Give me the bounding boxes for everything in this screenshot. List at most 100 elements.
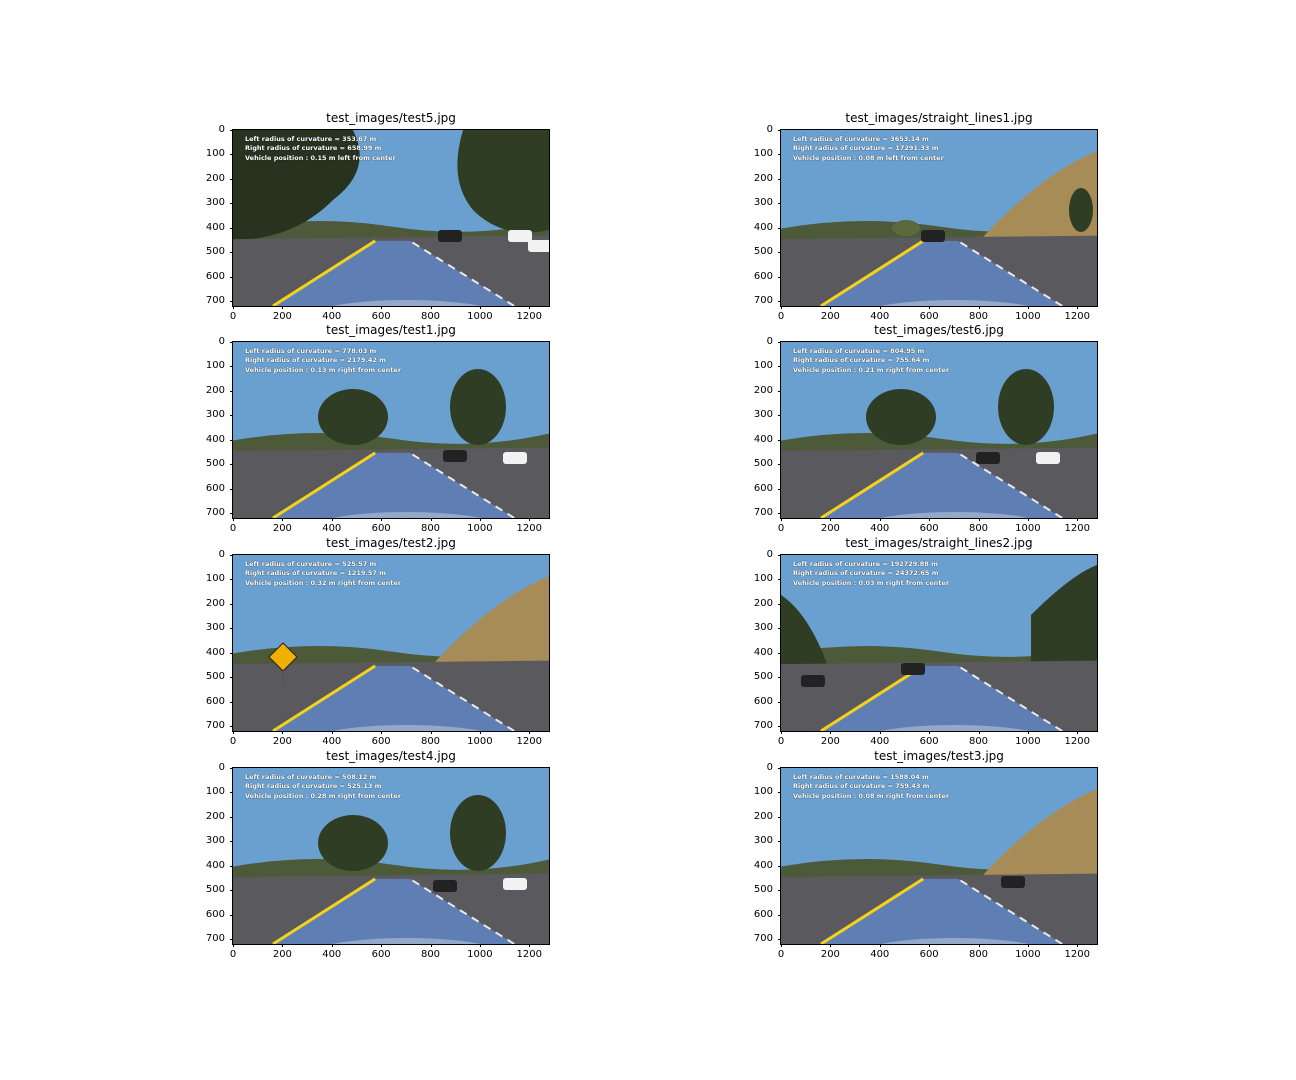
curvature-overlay: Left radius of curvature = 525.57 m Right…: [245, 560, 401, 587]
x-tick-label: 1000: [1008, 306, 1048, 322]
car: [503, 878, 527, 890]
vehicle-position-text: Vehicle position : 0.08 m left from cent…: [793, 153, 944, 162]
x-tick-label: 400: [312, 731, 352, 747]
y-tick-label: 200: [203, 385, 233, 396]
right-curvature-text: Right radius of curvature = 24372.65 m: [793, 568, 939, 577]
y-tick-label: 200: [751, 173, 781, 184]
subplot-title: test_images/test2.jpg: [326, 536, 456, 550]
y-tick-label: 400: [203, 647, 233, 658]
x-tick-label: 800: [959, 944, 999, 960]
tree: [318, 389, 388, 445]
car: [438, 230, 462, 242]
y-tick-label: 200: [751, 385, 781, 396]
x-tick-label: 800: [959, 731, 999, 747]
right-curvature-text: Right radius of curvature = 658.99 m: [245, 143, 382, 152]
tree: [892, 220, 920, 236]
subplot-title: test_images/test5.jpg: [326, 111, 456, 125]
vehicle-position-text: Vehicle position : 0.28 m right from cen…: [245, 791, 402, 800]
y-tick-label: 100: [751, 148, 781, 159]
curvature-overlay: Left radius of curvature = 3653.14 m Righ…: [793, 135, 944, 162]
x-tick-label: 0: [213, 306, 253, 322]
car: [433, 880, 457, 892]
y-tick-label: 700: [203, 720, 233, 731]
x-tick-label: 0: [761, 731, 801, 747]
right-curvature-text: Right radius of curvature = 759.43 m: [793, 781, 930, 790]
x-tick-label: 600: [909, 731, 949, 747]
image-frame: Left radius of curvature = 1588.04 m Righ…: [780, 767, 1098, 945]
curvature-overlay: Left radius of curvature = 508.12 m Right…: [245, 773, 401, 800]
car: [921, 230, 945, 242]
subplot-title: test_images/test6.jpg: [874, 323, 1004, 337]
image-frame: Left radius of curvature = 508.12 m Right…: [232, 767, 550, 945]
x-tick-label: 800: [411, 944, 451, 960]
tree: [1069, 188, 1093, 232]
x-tick-label: 200: [810, 731, 850, 747]
y-tick-label: 700: [203, 933, 233, 944]
image-frame: Left radius of curvature = 353.67 m Right…: [232, 129, 550, 307]
y-tick-label: 500: [203, 884, 233, 895]
y-tick-label: 500: [203, 671, 233, 682]
y-tick-label: 100: [203, 360, 233, 371]
subplot: test_images/straight_lines1.jpg Left radi…: [754, 111, 1098, 322]
subplot: test_images/test6.jpg Left radius of curv…: [754, 323, 1098, 534]
x-tick-label: 400: [860, 731, 900, 747]
x-tick-label: 800: [959, 306, 999, 322]
y-tick-label: 400: [203, 434, 233, 445]
y-tick-label: 300: [751, 835, 781, 846]
y-tick-label: 600: [751, 483, 781, 494]
x-tick-label: 400: [312, 306, 352, 322]
x-tick-label: 600: [909, 518, 949, 534]
y-tick-label: 100: [751, 786, 781, 797]
car: [1036, 452, 1060, 464]
subplot: test_images/test3.jpg Left radius of curv…: [754, 749, 1098, 960]
x-tick-label: 600: [909, 944, 949, 960]
subplot-title: test_images/straight_lines2.jpg: [845, 536, 1033, 550]
y-tick-label: 300: [203, 835, 233, 846]
x-tick-label: 800: [959, 518, 999, 534]
y-tick-label: 200: [203, 173, 233, 184]
tree: [866, 389, 936, 445]
subplot-title: test_images/test4.jpg: [326, 749, 456, 763]
x-tick-label: 0: [213, 944, 253, 960]
image-frame: Left radius of curvature = 192729.88 m Ri…: [780, 554, 1098, 732]
subplot-title: test_images/straight_lines1.jpg: [845, 111, 1033, 125]
x-tick-label: 1000: [1008, 731, 1048, 747]
y-tick-label: 700: [203, 295, 233, 306]
subplot: test_images/test4.jpg Left radius of curv…: [206, 749, 550, 960]
image-frame: Left radius of curvature = 3653.14 m Righ…: [780, 129, 1098, 307]
car: [801, 675, 825, 687]
x-tick-label: 800: [411, 306, 451, 322]
x-tick-label: 400: [860, 518, 900, 534]
x-tick-label: 600: [361, 944, 401, 960]
y-tick-label: 400: [203, 222, 233, 233]
y-tick-label: 100: [751, 573, 781, 584]
x-tick-label: 1000: [1008, 518, 1048, 534]
x-tick-label: 1000: [1008, 944, 1048, 960]
left-curvature-text: Left radius of curvature = 3653.14 m: [793, 135, 929, 143]
left-curvature-text: Left radius of curvature = 1588.04 m: [793, 773, 929, 781]
x-tick-label: 600: [361, 731, 401, 747]
sign-post: [282, 671, 284, 685]
y-tick-label: 400: [751, 860, 781, 871]
y-tick-label: 100: [203, 786, 233, 797]
y-tick-label: 300: [751, 622, 781, 633]
y-tick-label: 700: [751, 933, 781, 944]
y-tick-label: 500: [203, 246, 233, 257]
subplot: test_images/test2.jpg Left radius of curv…: [206, 536, 550, 747]
y-tick-label: 300: [751, 409, 781, 420]
y-tick-label: 100: [203, 573, 233, 584]
y-tick-label: 100: [751, 360, 781, 371]
x-tick-label: 200: [810, 518, 850, 534]
x-tick-label: 600: [361, 306, 401, 322]
y-tick-label: 200: [751, 811, 781, 822]
x-tick-label: 1200: [509, 944, 549, 960]
y-tick-label: 700: [751, 295, 781, 306]
car: [503, 452, 527, 464]
curvature-overlay: Left radius of curvature = 778.03 m Right…: [245, 347, 401, 374]
y-tick-label: 200: [203, 598, 233, 609]
curvature-overlay: Left radius of curvature = 192729.88 m Ri…: [793, 560, 949, 587]
vehicle-position-text: Vehicle position : 0.15 m left from cent…: [245, 153, 396, 162]
y-tick-label: 0: [203, 336, 233, 347]
y-tick-label: 300: [203, 409, 233, 420]
x-tick-label: 1000: [460, 518, 500, 534]
